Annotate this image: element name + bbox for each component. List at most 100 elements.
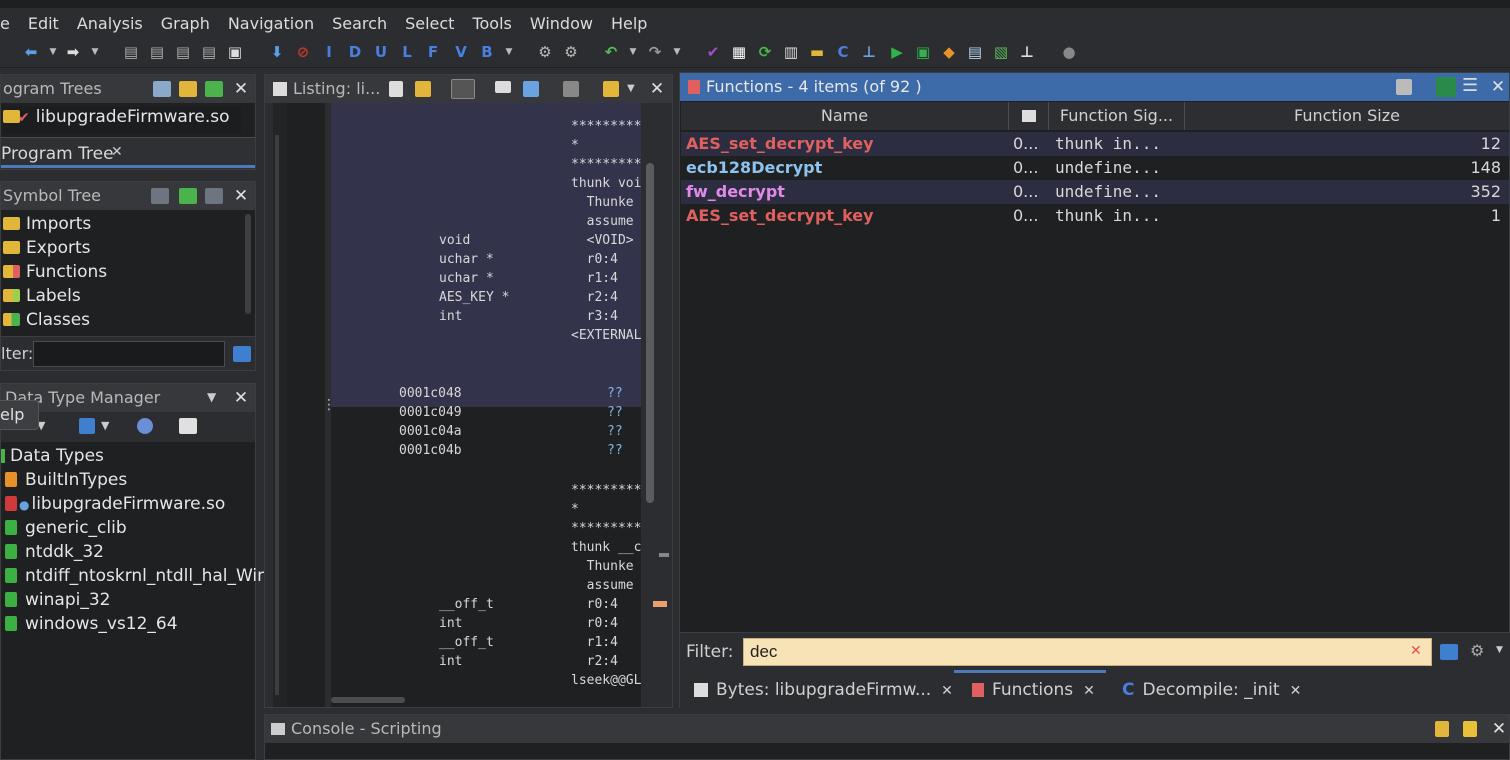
variable-v-icon[interactable]: V — [452, 43, 470, 61]
down-arrow-icon[interactable]: ⬇ — [268, 43, 286, 61]
table-icon[interactable]: ▤ — [966, 43, 984, 61]
tab-close-icon[interactable]: ✕ — [111, 144, 123, 160]
memory-icon[interactable]: ▥ — [782, 43, 800, 61]
tool-icon-2[interactable]: ⚙ — [562, 43, 580, 61]
export-icon[interactable]: ▧ — [992, 43, 1010, 61]
filter-settings-icon[interactable]: ⚙ — [1470, 641, 1484, 660]
call-tree-icon[interactable]: ⊥ — [860, 43, 878, 61]
new-tree-icon[interactable] — [153, 81, 171, 97]
undo-dropdown-icon[interactable]: ▼ — [624, 43, 642, 61]
tab-decompile[interactable]: C Decompile: _init ✕ — [1122, 676, 1301, 704]
dt-item-winapi[interactable]: winapi_32 — [5, 590, 110, 610]
dtm-collapse-icon[interactable] — [179, 418, 197, 434]
tree-item-labels[interactable]: Labels — [3, 286, 81, 306]
function-f-icon[interactable]: F — [424, 43, 442, 61]
redo-icon[interactable]: ↷ — [646, 43, 664, 61]
menu-analysis[interactable]: Analysis — [68, 14, 152, 33]
disassemble-i-icon[interactable]: I — [320, 43, 338, 61]
dtm-link-icon[interactable] — [137, 418, 153, 434]
close-icon[interactable]: ✕ — [231, 75, 251, 103]
undefined-u-icon[interactable]: U — [372, 43, 390, 61]
filter-options-icon[interactable] — [1440, 644, 1458, 660]
function-row[interactable]: fw_decrypt 0... undefine... 352 — [681, 180, 1509, 204]
function-row[interactable]: AES_set_decrypt_key 0... thunk in... 12 — [681, 132, 1509, 156]
tool-icon-1[interactable]: ⚙ — [536, 43, 554, 61]
hierarchy-icon[interactable]: ⊥ — [1018, 43, 1036, 61]
layout-icon[interactable] — [603, 81, 619, 97]
diff-icon[interactable] — [523, 81, 539, 97]
symbol-filter-input[interactable] — [33, 341, 225, 367]
column-function-size[interactable]: Function Size — [1185, 102, 1509, 130]
redo-dropdown-icon[interactable]: ▼ — [668, 43, 686, 61]
refresh-icon[interactable]: ⟳ — [756, 43, 774, 61]
close-icon[interactable]: ✕ — [647, 75, 667, 103]
listing-code-view[interactable]: ********* * ********* thunk voi Thunke a… — [331, 103, 641, 707]
program-file-item[interactable]: ✔ libupgradeFirmware.so — [3, 107, 241, 133]
doc-icon-2[interactable]: ▤ — [148, 43, 166, 61]
dtm-dropdown-icon-2[interactable]: ▼ — [101, 419, 109, 432]
doc-icon-4[interactable]: ▤ — [200, 43, 218, 61]
dt-item-builtintypes[interactable]: BuiltInTypes — [5, 470, 127, 490]
close-icon[interactable]: ✕ — [1489, 715, 1509, 743]
sync-selection-icon[interactable] — [1436, 77, 1456, 97]
merge-icon[interactable] — [205, 81, 223, 97]
bytes-icon[interactable]: ▦ — [730, 43, 748, 61]
tab-close-icon[interactable]: ✕ — [941, 683, 953, 699]
data-d-icon[interactable]: D — [346, 43, 364, 61]
label-l-icon[interactable]: L — [398, 43, 416, 61]
folder-icon[interactable]: ▬ — [808, 43, 826, 61]
clear-filter-icon[interactable]: ✕ — [1410, 643, 1422, 659]
menu-edit[interactable]: Edit — [19, 14, 68, 33]
menu-help[interactable]: Help — [602, 14, 656, 33]
back-dropdown-icon[interactable]: ▼ — [44, 43, 62, 61]
function-row[interactable]: AES_set_decrypt_key 0... thunk in... 1 — [681, 204, 1509, 228]
tab-bytes[interactable]: Bytes: libupgradeFirmw... ✕ — [694, 676, 953, 704]
clear-console-icon[interactable] — [1463, 721, 1477, 737]
forward-dropdown-icon[interactable]: ▼ — [86, 43, 104, 61]
functions-filter-input[interactable] — [743, 638, 1432, 666]
menu-navigation[interactable]: Navigation — [219, 14, 323, 33]
tree-item-functions[interactable]: Functions — [3, 262, 107, 282]
copy-icon[interactable] — [1396, 79, 1412, 95]
diamond-icon[interactable]: ◆ — [940, 43, 958, 61]
terminal-icon[interactable]: ▣ — [914, 43, 932, 61]
dt-item-program[interactable]: ● libupgradeFirmware.so — [5, 494, 225, 514]
menu-graph[interactable]: Graph — [152, 14, 219, 33]
doc-icon-1[interactable]: ▤ — [122, 43, 140, 61]
open-folder-icon[interactable] — [179, 81, 197, 97]
column-function-signature[interactable]: Function Sig... — [1049, 102, 1185, 130]
filter-dropdown-icon[interactable]: ▼ — [1496, 645, 1503, 655]
b-dropdown-icon[interactable]: ▼ — [500, 43, 518, 61]
dtm-archive-icon[interactable] — [79, 418, 95, 434]
column-location[interactable] — [1009, 102, 1049, 130]
bookmark-b-icon[interactable]: B — [478, 43, 496, 61]
listing-vertical-scrollbar[interactable] — [643, 103, 669, 707]
panel-menu-dropdown-icon[interactable]: ▼ — [207, 390, 216, 404]
dt-item-windows-vs12[interactable]: windows_vs12_64 — [5, 614, 178, 634]
lock-icon[interactable] — [1435, 721, 1449, 737]
back-arrow-icon[interactable]: ⬅ — [22, 43, 40, 61]
edit-fields-icon[interactable] — [495, 81, 511, 93]
run-icon[interactable]: ▶ — [888, 43, 906, 61]
tab-program-tree[interactable]: Program Tree — [1, 144, 114, 164]
tree-item-exports[interactable]: Exports — [3, 238, 91, 258]
copy-icon[interactable] — [389, 81, 403, 97]
data-types-root[interactable]: Data Types — [1, 446, 104, 466]
new-namespace-icon[interactable] — [151, 188, 169, 204]
scroll-thumb[interactable] — [646, 163, 654, 503]
filter-options-icon[interactable] — [233, 346, 251, 362]
close-icon[interactable]: ✕ — [231, 384, 251, 412]
cursor-select-icon[interactable] — [451, 79, 475, 99]
undo-icon[interactable]: ↶ — [602, 43, 620, 61]
snapshot-icon[interactable] — [205, 188, 223, 204]
paste-icon[interactable] — [415, 81, 431, 97]
stop-icon[interactable]: ⊘ — [294, 43, 312, 61]
forward-arrow-icon[interactable]: ➡ — [64, 43, 82, 61]
menu-file[interactable]: e — [0, 14, 19, 33]
layout-dropdown-icon[interactable]: ▼ — [627, 83, 635, 94]
tree-item-imports[interactable]: Imports — [3, 214, 91, 234]
snapshot-icon[interactable] — [563, 81, 579, 97]
tab-close-icon[interactable]: ✕ — [1290, 683, 1302, 699]
menu-search[interactable]: Search — [323, 14, 396, 33]
sync-icon[interactable] — [179, 188, 197, 204]
